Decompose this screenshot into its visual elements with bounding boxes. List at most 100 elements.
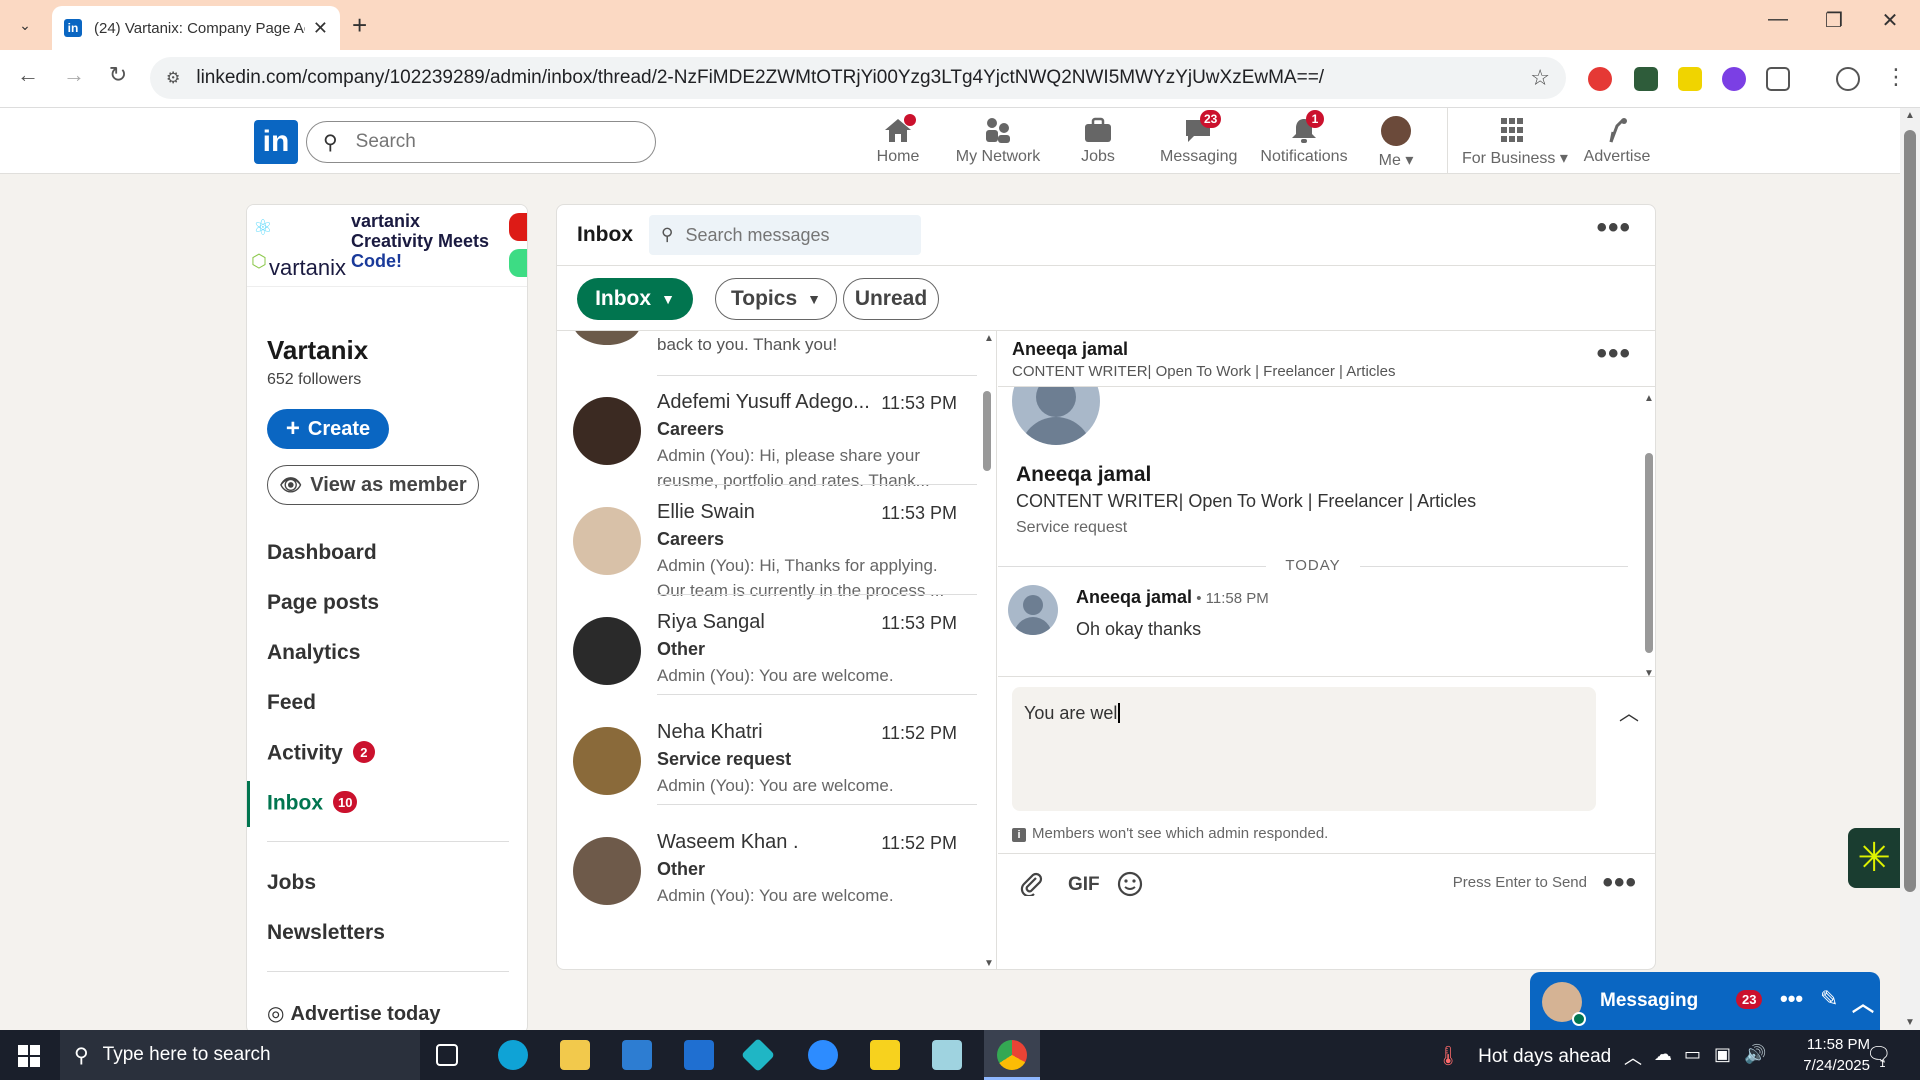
notification-center-icon[interactable]: 🗨1 (1866, 1042, 1898, 1070)
scroll-up-arrow-icon[interactable]: ▲ (984, 333, 994, 344)
conversation-item[interactable]: Waseem Khan . 11:52 PM Other Admin (You)… (557, 815, 977, 915)
scroll-down-arrow-icon[interactable]: ▼ (1905, 1017, 1915, 1028)
browser-tab-active[interactable]: in (24) Vartanix: Company Page Ac ✕ (52, 6, 340, 50)
extensions-puzzle-icon[interactable] (1766, 67, 1790, 91)
weather-widget[interactable]: 🌡 Hot days ahead (1436, 1044, 1611, 1068)
profile-icon[interactable] (1836, 67, 1860, 91)
collapse-composer-icon[interactable]: ︿ (1619, 697, 1639, 726)
app-icon[interactable] (741, 1038, 775, 1072)
conversation-item[interactable]: Neha Khatri 11:52 PM Service request Adm… (557, 705, 977, 805)
reload-button[interactable]: ↻ (102, 62, 134, 88)
sidebar-item-inbox[interactable]: Inbox 10 (267, 791, 358, 816)
extension-icon[interactable] (1722, 67, 1746, 91)
sidebar-item-newsletters[interactable]: Newsletters (267, 921, 385, 945)
composer-text[interactable]: You are wel (1024, 703, 1117, 723)
maximize-button[interactable]: ❐ (1814, 8, 1854, 33)
more-options-icon[interactable]: ••• (1780, 986, 1803, 1012)
windows-start-icon[interactable] (18, 1045, 40, 1067)
url-text[interactable]: linkedin.com/company/102239289/admin/inb… (196, 67, 1530, 89)
inbox-options-icon[interactable]: ••• (1596, 213, 1631, 243)
back-button[interactable]: ← (12, 62, 44, 88)
mail-icon[interactable] (684, 1040, 714, 1070)
new-tab-button[interactable]: + (352, 10, 367, 41)
nav-home[interactable]: Home (868, 114, 928, 172)
scroll-up-arrow-icon[interactable]: ▲ (1644, 393, 1654, 404)
task-view-icon[interactable] (436, 1044, 458, 1066)
nav-advertise[interactable]: Advertise (1582, 116, 1652, 172)
volume-icon[interactable]: 🔊 (1744, 1044, 1766, 1065)
sidebar-item-feed[interactable]: Feed (267, 691, 316, 715)
global-search[interactable]: ⚲ (306, 121, 656, 163)
onedrive-icon[interactable]: ☁ (1654, 1044, 1672, 1065)
bookmark-star-icon[interactable]: ☆ (1530, 65, 1550, 91)
scroll-up-arrow-icon[interactable]: ▲ (1905, 110, 1915, 121)
tab-search-button[interactable]: ⌄ (10, 12, 40, 38)
extension-icon[interactable] (1634, 67, 1658, 91)
tab-close-icon[interactable]: ✕ (313, 18, 328, 39)
network-icon[interactable]: ▣ (1714, 1044, 1731, 1065)
file-explorer-icon[interactable] (560, 1040, 590, 1070)
sender-avatar[interactable] (1008, 585, 1058, 635)
attach-paperclip-icon[interactable] (1018, 870, 1044, 902)
nav-messaging[interactable]: 23 Messaging (1160, 110, 1237, 172)
global-search-input[interactable] (355, 131, 616, 153)
conversation-list-scrollbar[interactable]: ▲ ▼ (981, 331, 995, 969)
nav-me[interactable]: Me ▾ (1376, 116, 1416, 172)
chevron-up-icon[interactable]: ︿ (1852, 986, 1874, 1018)
thread-options-icon[interactable]: ••• (1596, 339, 1631, 369)
create-button[interactable]: + Create (267, 409, 389, 449)
nav-jobs[interactable]: Jobs (1078, 116, 1118, 172)
profile-name[interactable]: Aneeqa jamal (1016, 463, 1151, 487)
forward-button[interactable]: → (58, 62, 90, 88)
extension-icon[interactable] (1678, 67, 1702, 91)
message-composer[interactable]: You are wel​ (1012, 687, 1596, 811)
close-window-button[interactable]: ✕ (1870, 8, 1910, 33)
pokeball-extension-icon[interactable] (1588, 67, 1612, 91)
compose-icon[interactable]: ✎ (1820, 986, 1838, 1012)
thread-contact-name[interactable]: Aneeqa jamal (1012, 339, 1128, 360)
store-icon[interactable] (622, 1040, 652, 1070)
thread-scrollbar[interactable]: ▲ ▼ (1643, 393, 1655, 676)
minimize-button[interactable]: — (1758, 8, 1798, 31)
inbox-filter-dropdown[interactable]: Inbox ▼ (577, 278, 693, 320)
conversation-item[interactable]: Riya Sangal 11:53 PM Other Admin (You): … (557, 595, 977, 695)
app-icon[interactable] (932, 1040, 962, 1070)
scrollbar-thumb[interactable] (1904, 130, 1916, 892)
message-search[interactable]: ⚲ (649, 215, 921, 255)
nav-notifications[interactable]: 1 Notifications (1254, 110, 1354, 172)
messaging-overlay[interactable]: Messaging 23 ••• ✎ ︿ (1530, 972, 1880, 1030)
sunburst-widget-icon[interactable]: ✳ (1848, 828, 1900, 888)
nav-my-network[interactable]: My Network (950, 116, 1046, 172)
emoji-icon[interactable] (1116, 870, 1144, 904)
zoom-icon[interactable] (808, 1040, 838, 1070)
sidebar-item-page-posts[interactable]: Page posts (267, 591, 379, 615)
taskbar-clock[interactable]: 11:58 PM 7/24/2025 (1790, 1034, 1870, 1076)
browser-menu-icon[interactable]: ⋮ (1880, 64, 1912, 90)
topics-filter-dropdown[interactable]: Topics ▼ (715, 278, 837, 320)
site-info-icon[interactable]: ⚙ (166, 68, 180, 88)
scrollbar-thumb[interactable] (983, 391, 991, 471)
gif-button[interactable]: GIF (1068, 874, 1100, 896)
taskbar-search[interactable]: ⚲ Type here to search (60, 1030, 420, 1080)
profile-avatar[interactable] (1012, 387, 1100, 445)
sidebar-item-advertise-today[interactable]: ◎ Advertise today (267, 1001, 441, 1026)
view-as-member-button[interactable]: 👁 View as member (267, 465, 479, 505)
sidebar-item-dashboard[interactable]: Dashboard (267, 541, 377, 565)
sticky-notes-icon[interactable] (870, 1040, 900, 1070)
message-search-input[interactable] (685, 224, 906, 246)
sidebar-item-analytics[interactable]: Analytics (267, 641, 360, 665)
nav-for-business[interactable]: For Business ▾ (1462, 116, 1568, 172)
scrollbar-thumb[interactable] (1645, 453, 1653, 653)
scroll-down-arrow-icon[interactable]: ▼ (1644, 668, 1654, 676)
page-scrollbar[interactable]: ▲ ▼ (1900, 108, 1920, 1030)
edge-icon[interactable] (498, 1040, 528, 1070)
scroll-down-arrow-icon[interactable]: ▼ (984, 958, 994, 969)
linkedin-logo-icon[interactable]: in (254, 120, 298, 164)
conversation-item[interactable]: Ellie Swain 11:53 PM Careers Admin (You)… (557, 485, 977, 600)
send-options-icon[interactable]: ••• (1602, 868, 1637, 898)
conversation-item[interactable]: Adefemi Yusuff Adego... 11:53 PM Careers… (557, 375, 977, 490)
show-hidden-icons-chevron-icon[interactable]: ︿ (1624, 1044, 1642, 1070)
sidebar-item-jobs[interactable]: Jobs (267, 871, 316, 895)
unread-filter-pill[interactable]: Unread (843, 278, 939, 320)
page-name[interactable]: Vartanix (267, 335, 368, 366)
